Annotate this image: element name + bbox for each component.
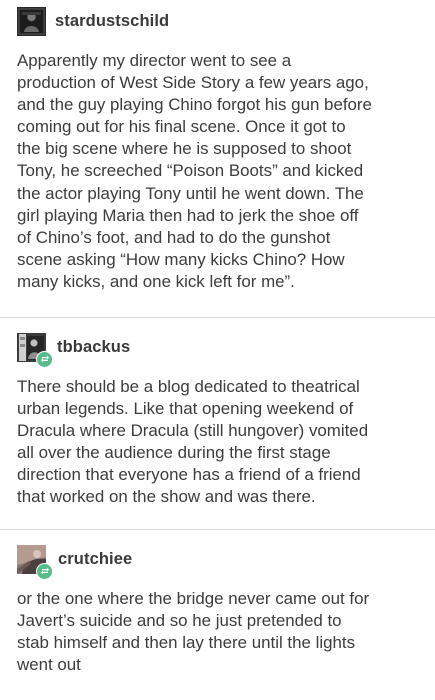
- post-body-line: coming out for his final scene. Once it …: [17, 117, 346, 137]
- post-body-line: many kicks, and one kick left for me”.: [17, 271, 295, 291]
- post-body-line: that worked on the show and was there.: [17, 487, 316, 507]
- reblog-icon: [36, 350, 53, 368]
- avatar-tbbackus[interactable]: [17, 332, 53, 368]
- avatar-stardustschild[interactable]: [17, 6, 46, 36]
- post-body-line: Dracula where Dracula (still hungover) v…: [17, 421, 369, 441]
- username[interactable]: tbbackus: [57, 338, 130, 357]
- post-tbbackus: tbbackus There should be a blog dedicate…: [0, 318, 435, 530]
- post-header: tbbackus: [17, 332, 130, 368]
- post-body-line: direction that everyone has a friend of …: [17, 465, 361, 485]
- post-body-line: went out: [17, 655, 81, 675]
- post-body-line: There should be a blog dedicated to thea…: [17, 377, 360, 396]
- post-header: crutchiee: [17, 544, 132, 580]
- post-body-line: girl playing Maria then had to jerk the …: [17, 205, 359, 225]
- post-body-line: scene asking “How many kicks Chino? How: [17, 249, 345, 269]
- username[interactable]: crutchiee: [58, 550, 132, 569]
- post-body-line: of Chino’s foot, and had to do the gunsh…: [17, 227, 331, 247]
- post-body-line: the big scene where he is supposed to sh…: [17, 139, 352, 159]
- post-body-line: urban legends. Like that opening weekend…: [17, 399, 354, 419]
- post-body-line: production of West Side Story a few year…: [17, 73, 369, 93]
- post-header: stardustschild: [17, 6, 169, 36]
- username[interactable]: stardustschild: [55, 12, 169, 31]
- avatar-crutchiee[interactable]: [17, 544, 53, 580]
- post-crutchiee: crutchiee or the one where the bridge ne…: [0, 530, 435, 700]
- post-body-line: all over the audience during the first s…: [17, 443, 331, 463]
- post-body: There should be a blog dedicated to thea…: [17, 376, 429, 509]
- post-stardustschild: stardustschild Apparently my director we…: [0, 0, 435, 318]
- post-body-line: and the guy playing Chino forgot his gun…: [17, 95, 372, 115]
- post-body-line: Javert’s suicide and so he just pretende…: [17, 611, 342, 631]
- post-body-line: Tony, he screeched “Poison Boots” and ki…: [17, 161, 364, 181]
- avatar-image: [17, 6, 46, 36]
- post-body-line: or the one where the bridge never came o…: [17, 589, 370, 608]
- post-body: or the one where the bridge never came o…: [17, 588, 429, 676]
- post-body-line: stab himself and then lay there until th…: [17, 633, 356, 653]
- post-body: Apparently my director went to see a pro…: [17, 50, 429, 293]
- post-body-line: Apparently my director went to see a: [17, 51, 292, 70]
- post-body-line: the actor playing Tony until he went dow…: [17, 183, 364, 203]
- reblog-icon: [36, 562, 53, 580]
